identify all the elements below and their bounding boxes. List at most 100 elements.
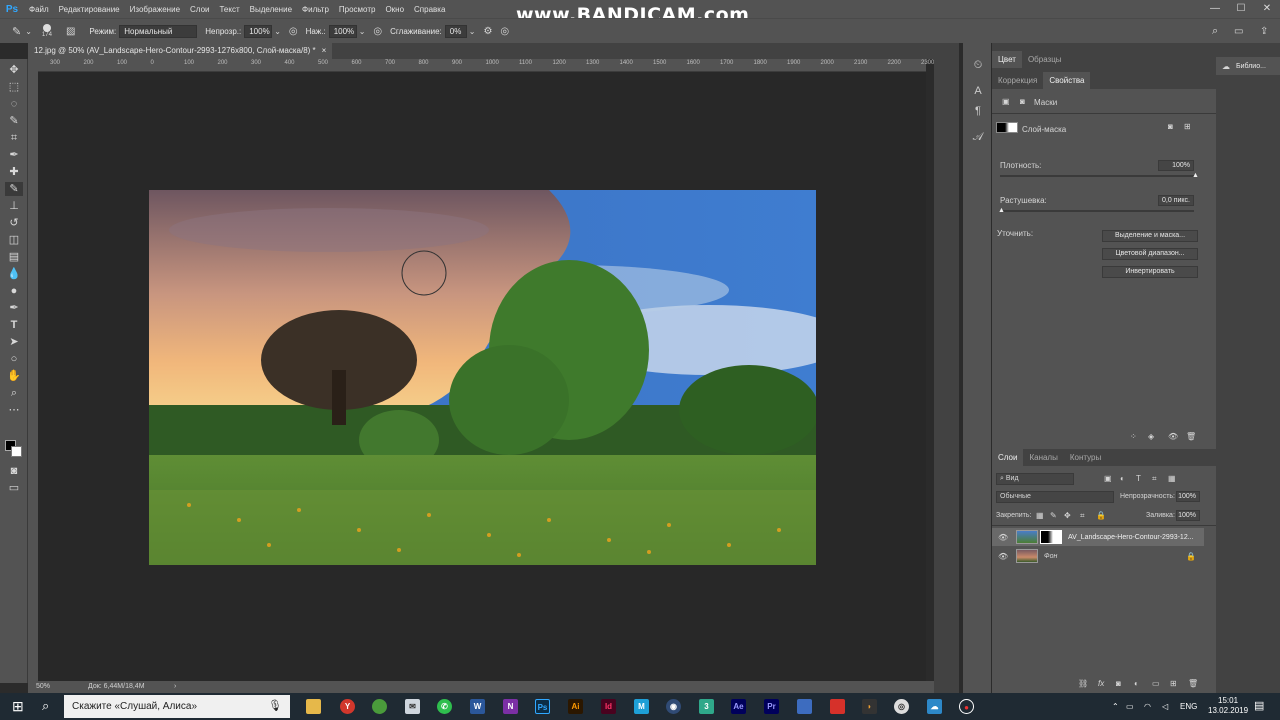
healing-brush-tool-icon[interactable]: ✚ — [5, 165, 23, 179]
photoshop-taskbar-icon[interactable]: Ps — [535, 699, 550, 714]
tab-color[interactable]: Цвет — [992, 51, 1022, 68]
close-tab-icon[interactable]: × — [322, 43, 327, 59]
tab-channels[interactable]: Каналы — [1023, 449, 1063, 466]
layer-filter-select[interactable]: ⌕ Вид — [996, 473, 1074, 485]
add-mask-icon[interactable]: ◙ — [1116, 679, 1121, 688]
workspace-icon[interactable]: ▭ — [1234, 26, 1243, 37]
onenote-icon[interactable]: N — [503, 699, 518, 714]
eye-icon[interactable]: 👁 — [1168, 432, 1178, 441]
brush-preview-icon[interactable] — [42, 24, 51, 32]
pixel-mask-icon[interactable]: ◙ — [1020, 97, 1025, 106]
chevron-down-icon[interactable]: ⌄ — [359, 27, 366, 36]
yandex-browser-icon[interactable]: Y — [340, 699, 355, 714]
move-tool-icon[interactable]: ✥ — [5, 63, 23, 77]
quick-select-tool-icon[interactable]: ✎ — [5, 114, 23, 128]
pen-tool-icon[interactable]: ✒ — [5, 301, 23, 315]
gradient-tool-icon[interactable]: ▤ — [5, 250, 23, 264]
app-m-icon[interactable]: M — [634, 699, 649, 714]
menu-layers[interactable]: Слои — [185, 5, 214, 14]
menu-view[interactable]: Просмотр — [334, 5, 381, 14]
new-layer-icon[interactable]: ⊞ — [1170, 679, 1177, 688]
layer-opacity-field[interactable]: 100% — [1176, 491, 1200, 502]
brush-tool-icon[interactable]: ✎ — [5, 182, 23, 196]
color-range-button[interactable]: Цветовой диапазон... — [1102, 248, 1198, 260]
tab-properties[interactable]: Свойства — [1043, 72, 1091, 89]
chevron-down-icon[interactable]: ⌄ — [25, 27, 32, 36]
layer-row[interactable]: 👁 AV_Landscape-Hero-Contour-2993-12... — [992, 528, 1204, 546]
density-field[interactable]: 100% — [1158, 160, 1194, 171]
tray-arrow-icon[interactable]: ⌃ — [1112, 693, 1119, 720]
shape-tool-icon[interactable]: ○ — [5, 352, 23, 366]
menu-text[interactable]: Текст — [214, 5, 244, 14]
maximize-icon[interactable]: ☐ — [1228, 0, 1254, 18]
app-red-icon[interactable] — [830, 699, 845, 714]
volume-icon[interactable]: ◁ — [1162, 693, 1168, 720]
type-tool-icon[interactable]: T — [5, 318, 23, 332]
app-dark-icon[interactable]: ◗ — [862, 699, 877, 714]
bandicam-record-icon[interactable]: ● — [959, 699, 974, 714]
chevron-down-icon[interactable]: ⌄ — [274, 27, 281, 36]
pressure-field[interactable]: 100% — [328, 24, 357, 38]
menu-edit[interactable]: Редактирование — [54, 5, 125, 14]
menu-select[interactable]: Выделение — [245, 5, 297, 14]
group-icon[interactable]: ▭ — [1152, 679, 1160, 688]
density-slider[interactable] — [1000, 175, 1194, 177]
add-pixel-mask-icon[interactable]: ◙ — [1168, 122, 1173, 131]
app-gray-icon[interactable]: ◎ — [894, 699, 909, 714]
mode-select[interactable]: Нормальный — [119, 24, 198, 38]
trash-icon[interactable]: 🗑 — [1186, 432, 1196, 441]
minimize-icon[interactable]: — — [1202, 0, 1228, 18]
menu-help[interactable]: Справка — [409, 5, 450, 14]
opacity-field[interactable]: 100% — [244, 24, 273, 38]
apply-mask-icon[interactable]: ◈ — [1148, 432, 1154, 441]
feather-slider-thumb[interactable]: ▲ — [998, 207, 1005, 214]
crop-tool-icon[interactable]: ⌗ — [5, 131, 23, 145]
photoshop-logo-icon[interactable]: Ps — [0, 0, 24, 18]
mask-thumbnail[interactable] — [996, 122, 1018, 133]
smoothing-field[interactable]: 0% — [444, 24, 467, 38]
feather-field[interactable]: 0,0 пикс. — [1158, 195, 1194, 206]
layer-row[interactable]: 👁 Фон 🔒 — [992, 547, 1204, 565]
eyedropper-tool-icon[interactable]: ✒ — [5, 148, 23, 162]
tab-paths[interactable]: Контуры — [1064, 449, 1107, 466]
search-icon[interactable]: ⌕ — [42, 698, 49, 714]
mask-thumbnail[interactable] — [1040, 530, 1062, 544]
libraries-tab[interactable]: ☁ Библио... — [1216, 57, 1280, 75]
paragraph-icon[interactable]: ¶ — [971, 105, 985, 117]
document-image[interactable] — [149, 190, 816, 565]
dodge-tool-icon[interactable]: ● — [5, 284, 23, 298]
premiere-icon[interactable]: Pr — [764, 699, 779, 714]
clock[interactable]: 15:01 13.02.2019 — [1208, 696, 1248, 716]
zoom-tool-icon[interactable]: ⌕ — [5, 386, 23, 400]
character-icon[interactable]: A — [971, 85, 985, 97]
menu-window[interactable]: Окно — [380, 5, 409, 14]
link-layers-icon[interactable]: ⛓ — [1078, 679, 1088, 688]
lock-artboard-icon[interactable]: ⌗ — [1080, 511, 1085, 521]
lock-all-icon[interactable]: 🔒 — [1096, 511, 1106, 520]
screen-mode-icon[interactable]: ▭ — [5, 481, 23, 495]
more-tools-icon[interactable]: ⋯ — [5, 403, 23, 417]
word-icon[interactable]: W — [470, 699, 485, 714]
app-blue-icon[interactable] — [797, 699, 812, 714]
pressure-size-icon[interactable]: ◎ — [500, 26, 509, 37]
lock-transparent-icon[interactable]: ▦ — [1036, 511, 1044, 520]
lock-position-icon[interactable]: ✥ — [1064, 511, 1071, 520]
tab-adjustments[interactable]: Коррекция — [992, 72, 1043, 89]
chevron-down-icon[interactable]: ⌄ — [469, 27, 476, 36]
adjustment-layer-icon[interactable]: ◐ — [1134, 679, 1139, 688]
gear-icon[interactable]: ⚙ — [483, 26, 492, 37]
brush-panel-icon[interactable]: ▨ — [66, 26, 75, 37]
quick-mask-icon[interactable]: ◙ — [5, 464, 23, 478]
windows-start-icon[interactable]: ⊞ — [12, 698, 24, 715]
blend-mode-select[interactable]: Обычные — [996, 491, 1114, 503]
document-tab[interactable]: 12.jpg @ 50% (AV_Landscape-Hero-Contour-… — [28, 43, 333, 59]
taskbar-search-input[interactable]: Скажите «Слушай, Алиса» 🎙 — [64, 695, 290, 718]
add-vector-mask-icon[interactable]: ⊞ — [1184, 122, 1191, 131]
filter-shape-icon[interactable]: ⌗ — [1152, 474, 1157, 484]
chrome-icon[interactable] — [372, 699, 387, 714]
fx-icon[interactable]: fx — [1098, 679, 1104, 688]
after-effects-icon[interactable]: Ae — [731, 699, 746, 714]
indesign-icon[interactable]: Id — [601, 699, 616, 714]
brush-tool-icon[interactable]: ✎ — [12, 25, 21, 38]
tab-layers[interactable]: Слои — [992, 449, 1024, 466]
